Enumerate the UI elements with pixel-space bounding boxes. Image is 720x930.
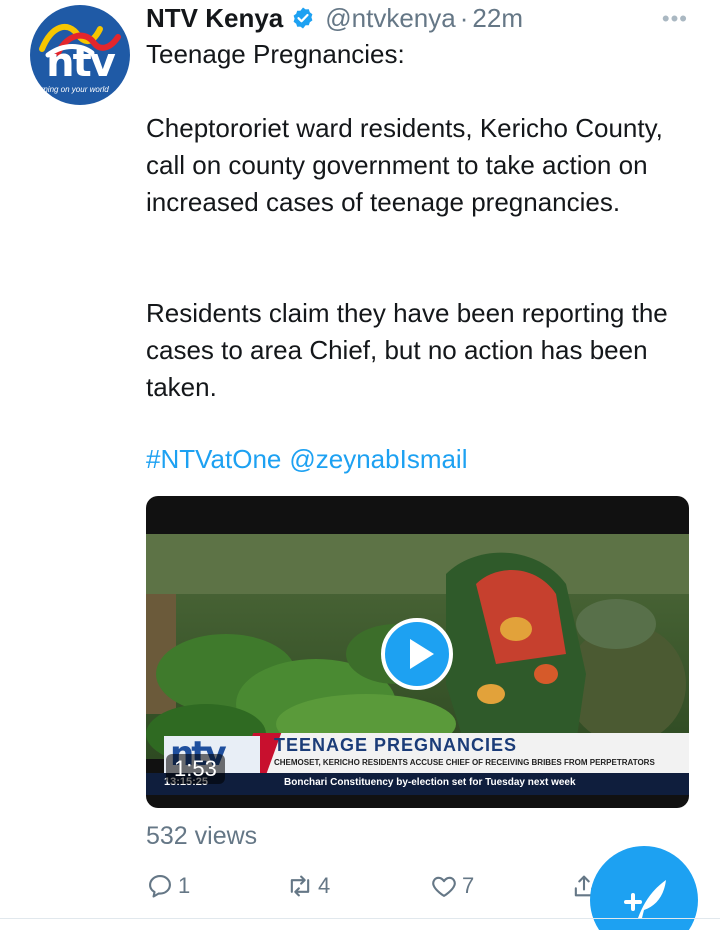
reply-count: 1 [178, 873, 191, 898]
verified-badge-icon [293, 7, 313, 29]
user-handle[interactable]: @ntvkenya [325, 3, 455, 34]
video-duration: 1:53 [166, 754, 225, 784]
video-player[interactable]: ntv TEENAGE PREGNANCIES CHEMOSET, KERICH… [146, 496, 689, 808]
reply-icon [149, 875, 171, 898]
avatar-logo-text: ntv [46, 40, 116, 86]
view-count[interactable]: 532 views [146, 822, 257, 851]
hashtag-link[interactable]: #NTVatOne [146, 444, 281, 474]
like-button[interactable]: 7 [430, 872, 474, 900]
separator-dot: · [459, 2, 469, 33]
heart-icon [432, 876, 456, 897]
lower-third-subheadline: CHEMOSET, KERICHO RESIDENTS ACCUSE CHIEF… [274, 758, 655, 767]
like-count: 7 [462, 873, 475, 898]
news-lower-third: ntv TEENAGE PREGNANCIES CHEMOSET, KERICH… [146, 733, 689, 795]
lower-third-headline: TEENAGE PREGNANCIES [274, 735, 518, 755]
more-options-icon[interactable]: ••• [662, 6, 688, 32]
tweet-text-paragraph-1: Cheptororiet ward residents, Kericho Cou… [146, 113, 663, 217]
timestamp[interactable]: 22m [472, 3, 523, 34]
retweet-count: 4 [318, 873, 331, 898]
tweet-links: #NTVatOne @zeynabIsmail [146, 444, 476, 475]
reply-button[interactable]: 1 [146, 872, 190, 900]
retweet-icon [290, 875, 310, 897]
tweet-actions: 1 4 7 [146, 872, 616, 904]
ticker-text: Bonchari Constituency by-election set fo… [284, 777, 576, 788]
display-name[interactable]: NTV Kenya [146, 3, 283, 34]
bottom-divider [0, 918, 720, 919]
avatar-tagline: turning on your world [34, 85, 109, 94]
play-icon[interactable] [381, 618, 453, 690]
mention-link[interactable]: @zeynabIsmail [289, 444, 467, 474]
compose-tweet-icon [624, 880, 666, 918]
tweet-text-paragraph-2: Residents claim they have been reporting… [146, 298, 668, 402]
retweet-button[interactable]: 4 [286, 872, 330, 900]
tweet-text-title: Teenage Pregnancies: [146, 39, 405, 69]
tweet-header: NTV Kenya @ntvkenya · 22m [146, 2, 523, 34]
profile-avatar[interactable]: ntv turning on your world [30, 5, 130, 105]
